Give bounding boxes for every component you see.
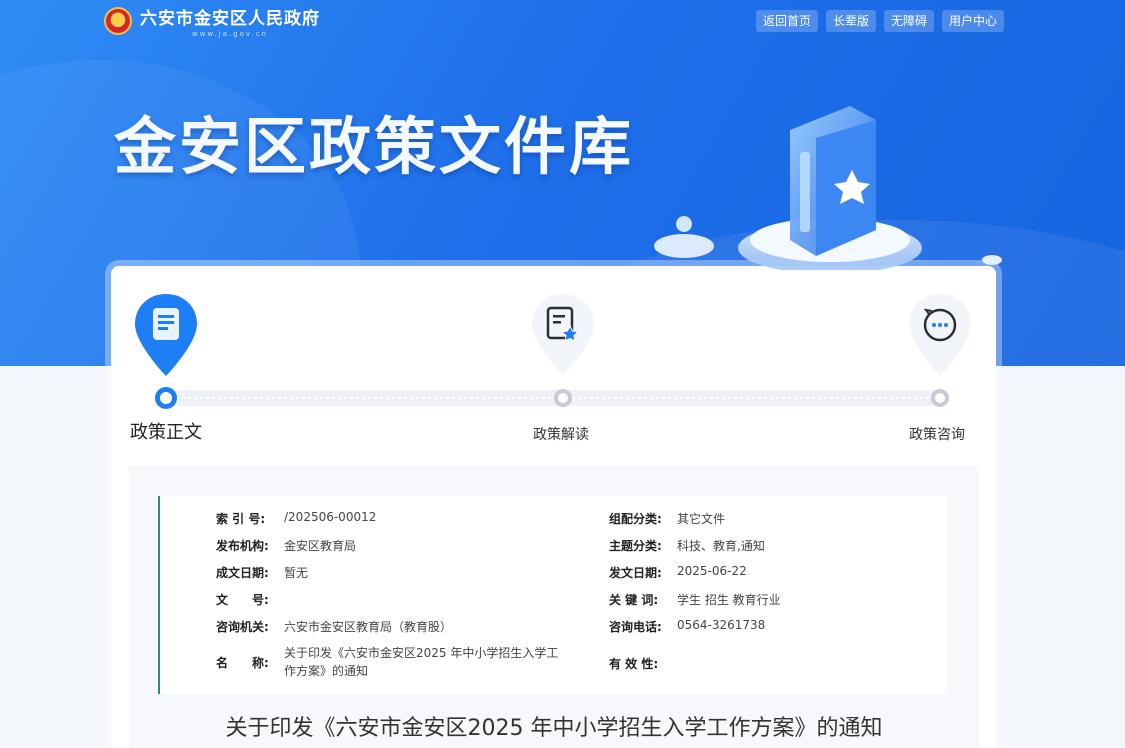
top-nav: 返回首页 长辈版 无障碍 用户中心 [755, 10, 1004, 32]
step-label-policy-interpretation[interactable]: 政策解读 [533, 424, 589, 444]
document-title: 关于印发《六安市金安区2025 年中小学招生入学工作方案》的通知 [225, 716, 883, 741]
meta-consulting-agency: 咨询机关: 六安市金安区教育局（教育股） [216, 620, 453, 634]
policy-card: 政策正文 政策解读 政策咨询 索 引 号: /202506-00012 发布机构… [111, 266, 996, 748]
step-pin-consultation-icon[interactable] [907, 292, 973, 378]
meta-publisher: 发布机构: 金安区教育局 [216, 539, 357, 553]
meta-topic: 主题分类: 科技、教育,通知 [609, 539, 765, 553]
meta-issue-date: 发文日期: 2025-06-22 [609, 564, 747, 580]
meta-phone: 咨询电话: 0564-3261738 [609, 618, 766, 634]
step-label-policy-consultation[interactable]: 政策咨询 [909, 424, 965, 444]
nav-home-button[interactable]: 返回首页 [755, 10, 818, 32]
step-pin-interpretation-icon[interactable] [530, 292, 596, 378]
nav-user-center-button[interactable]: 用户中心 [941, 10, 1004, 32]
meta-document-number: 文 号: [216, 593, 269, 607]
policy-meta-table: 索 引 号: /202506-00012 发布机构: 金安区教育局 成文日期: … [158, 496, 947, 694]
meta-category: 组配分类: 其它文件 [609, 512, 726, 526]
step-label-policy-text[interactable]: 政策正文 [130, 418, 202, 444]
national-emblem-icon: ★ [104, 7, 132, 35]
step-pin-document-icon[interactable] [133, 292, 199, 378]
hero-title: 金安区政策文件库 [114, 110, 635, 183]
meta-document-name: 名 称: 关于印发《六安市金安区2025 年中小学招生入学工作方案》的通知 [216, 646, 559, 678]
nav-accessibility-button[interactable]: 无障碍 [883, 10, 934, 32]
step-dot-policy-consultation[interactable] [931, 389, 949, 407]
policy-stepper: 政策正文 政策解读 政策咨询 [111, 266, 996, 466]
nav-elder-mode-button[interactable]: 长辈版 [825, 10, 876, 32]
site-url: www.ja.gov.cn [191, 30, 269, 38]
meta-validity: 有 效 性: [609, 657, 659, 671]
site-logo[interactable]: ★ 六安市金安区人民政府 www.ja.gov.cn [104, 4, 320, 38]
policy-content-area: 索 引 号: /202506-00012 发布机构: 金安区教育局 成文日期: … [129, 466, 979, 748]
meta-keywords: 关 键 词: 学生 招生 教育行业 [609, 593, 781, 607]
meta-index-number: 索 引 号: /202506-00012 [216, 510, 377, 526]
site-title: 六安市金安区人民政府 [140, 9, 320, 29]
step-dot-policy-text[interactable] [155, 387, 177, 409]
step-dot-policy-interpretation[interactable] [554, 389, 572, 407]
meta-written-date: 成文日期: 暂无 [216, 566, 309, 580]
book-illustration-icon [654, 106, 1002, 270]
